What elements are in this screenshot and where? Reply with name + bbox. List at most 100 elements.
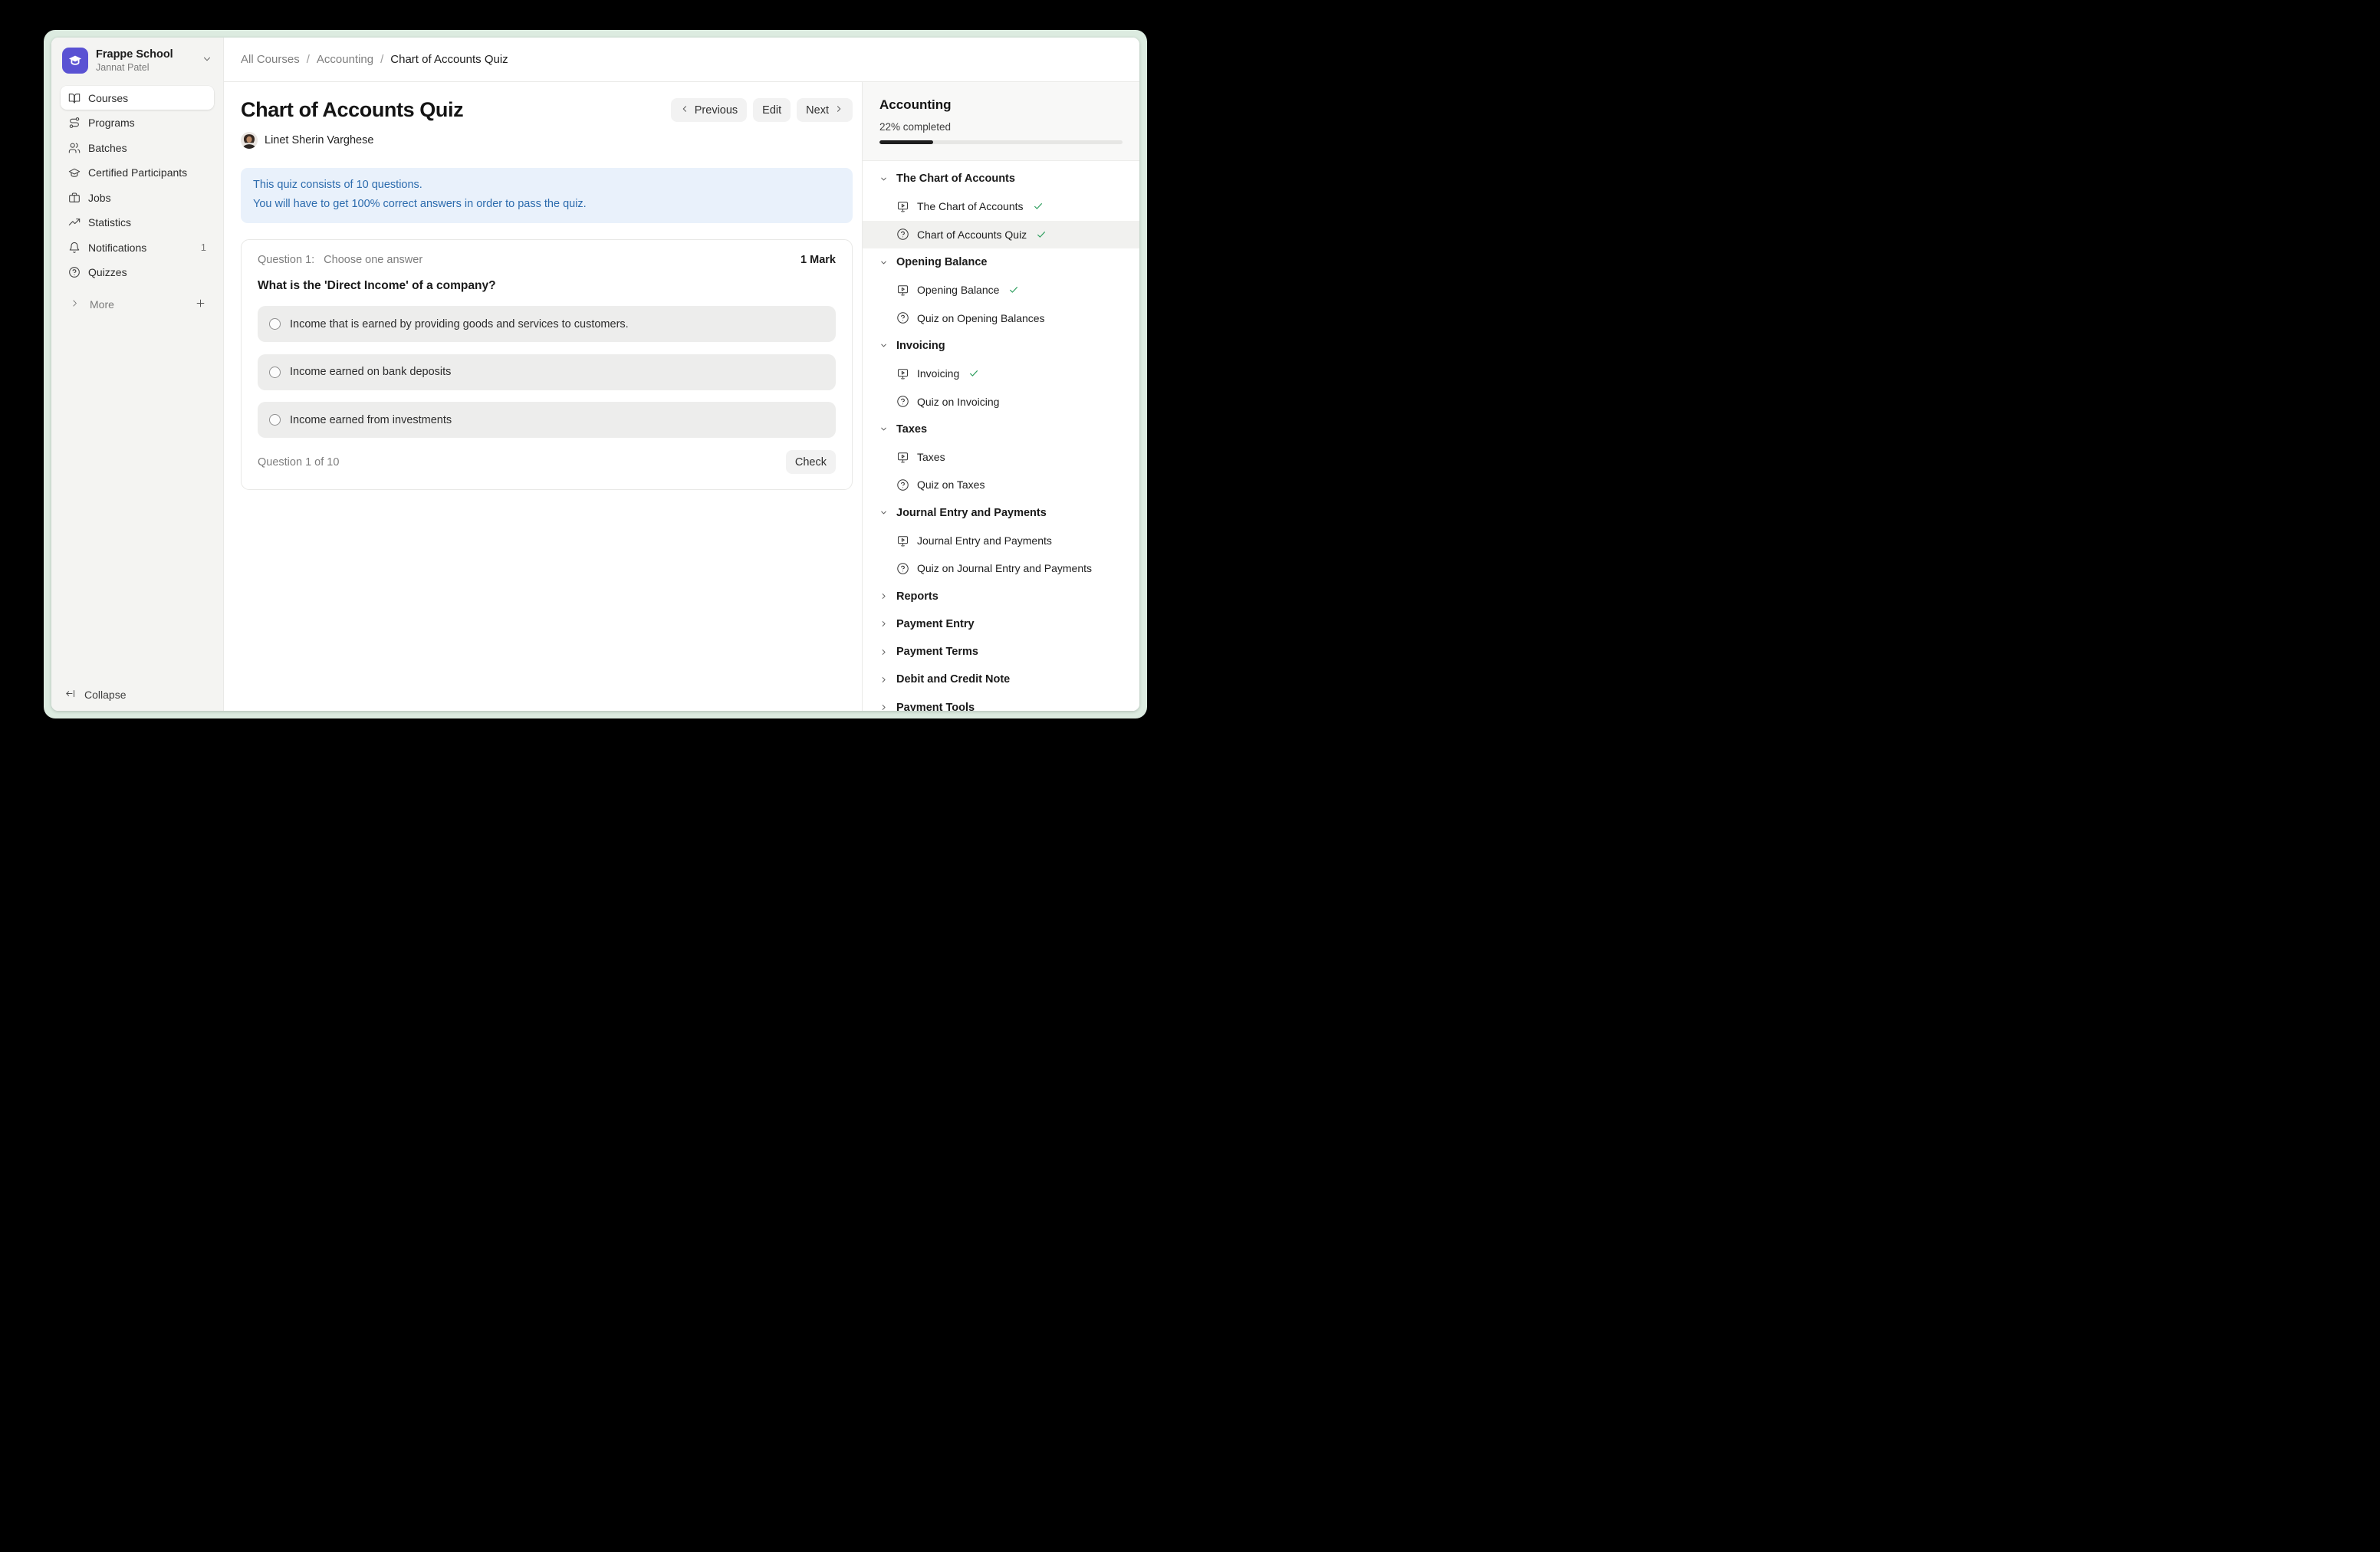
chapter-title: Taxes [896, 423, 927, 436]
lesson-title: Quiz on Invoicing [917, 396, 999, 408]
lesson-chart-of-accounts-quiz[interactable]: Chart of Accounts Quiz [863, 221, 1139, 248]
course-progress-label: 22% completed [879, 121, 1123, 133]
lesson-title: Invoicing [917, 367, 959, 380]
answer-option-1[interactable]: Income that is earned by providing goods… [258, 306, 836, 342]
sidebar-item-label: Statistics [88, 216, 131, 229]
chapter-reports[interactable]: Reports [863, 582, 1139, 610]
sidebar-item-more[interactable]: More [51, 298, 223, 311]
chapter-payment-tools[interactable]: Payment Tools [863, 694, 1139, 711]
monitor-play-icon [896, 367, 909, 380]
chapter-journal-entry-and-payments[interactable]: Journal Entry and Payments [863, 499, 1139, 527]
question-circle-icon [896, 395, 909, 408]
lesson-quiz-on-journal-entry-and-payments[interactable]: Quiz on Journal Entry and Payments [863, 554, 1139, 582]
radio-button[interactable] [269, 414, 281, 426]
workspace-switcher[interactable]: Frappe School Jannat Patel [51, 38, 223, 74]
question-footer: Question 1 of 10 Check [258, 450, 836, 474]
course-title: Accounting [879, 97, 1123, 113]
edit-button[interactable]: Edit [753, 98, 791, 122]
sidebar-item-notifications[interactable]: Notifications1 [61, 235, 214, 259]
quiz-card: Question 1: Choose one answer 1 Mark Wha… [241, 239, 853, 490]
workspace-meta: Frappe School Jannat Patel [96, 48, 194, 73]
sidebar-item-courses[interactable]: Courses [61, 86, 214, 110]
check-button[interactable]: Check [786, 450, 836, 474]
chapter-taxes[interactable]: Taxes [863, 416, 1139, 443]
left-sidebar: Frappe School Jannat Patel Courses Progra… [51, 38, 224, 711]
lesson-opening-balance[interactable]: Opening Balance [863, 276, 1139, 304]
next-button[interactable]: Next [797, 98, 853, 122]
plus-icon[interactable] [195, 298, 206, 311]
chapter-payment-entry[interactable]: Payment Entry [863, 610, 1139, 638]
collapse-sidebar-button[interactable]: Collapse [51, 688, 223, 711]
previous-button[interactable]: Previous [671, 98, 747, 122]
course-outline-list: The Chart of Accounts The Chart of Accoun… [863, 161, 1139, 711]
answer-option-label: Income that is earned by providing goods… [290, 318, 629, 330]
question-progress: Question 1 of 10 [258, 456, 339, 469]
lesson-invoicing[interactable]: Invoicing [863, 360, 1139, 387]
question-circle-icon [896, 228, 909, 241]
author-avatar [241, 132, 258, 149]
sidebar-item-programs[interactable]: Programs [61, 111, 214, 135]
notice-line-1: This quiz consists of 10 questions. [253, 176, 840, 195]
chapter-title: Journal Entry and Payments [896, 507, 1047, 519]
lesson-quiz-on-taxes[interactable]: Quiz on Taxes [863, 471, 1139, 498]
chapter-payment-terms[interactable]: Payment Terms [863, 638, 1139, 666]
sidebar-item-certified-participants[interactable]: Certified Participants [61, 161, 214, 185]
question-text: What is the 'Direct Income' of a company… [258, 279, 836, 293]
sidebar-item-jobs[interactable]: Jobs [61, 186, 214, 209]
lesson-taxes[interactable]: Taxes [863, 443, 1139, 471]
breadcrumb-item-accounting[interactable]: Accounting [317, 53, 373, 66]
chevron-down-icon [879, 341, 888, 350]
breadcrumb: All Courses/Accounting/Chart of Accounts… [224, 38, 1139, 82]
chapter-the-chart-of-accounts[interactable]: The Chart of Accounts [863, 165, 1139, 192]
chevron-right-icon [879, 703, 888, 711]
lesson-title: Quiz on Journal Entry and Payments [917, 562, 1092, 574]
bell-icon [68, 242, 81, 254]
breadcrumb-item-all-courses[interactable]: All Courses [241, 53, 300, 66]
course-outline-header: Accounting 22% completed [863, 82, 1139, 161]
lesson-content: Chart of Accounts Quiz Previous Edit Nex… [224, 82, 862, 711]
answer-option-label: Income earned from investments [290, 414, 452, 426]
lesson-title: Quiz on Opening Balances [917, 312, 1045, 324]
question-circle-icon [896, 562, 909, 575]
book-open-icon [68, 92, 81, 104]
chapter-title: Debit and Credit Note [896, 673, 1010, 686]
lesson-title: Taxes [917, 451, 945, 463]
plus-icon [195, 298, 206, 309]
answer-option-3[interactable]: Income earned from investments [258, 402, 836, 438]
radio-button[interactable] [269, 318, 281, 330]
answer-options: Income that is earned by providing goods… [258, 306, 836, 438]
completed-check-icon [968, 368, 979, 379]
chapter-title: The Chart of Accounts [896, 173, 1015, 185]
lesson-quiz-on-opening-balances[interactable]: Quiz on Opening Balances [863, 304, 1139, 331]
breadcrumb-separator: / [307, 53, 310, 66]
lesson-journal-entry-and-payments[interactable]: Journal Entry and Payments [863, 527, 1139, 554]
chevron-down-icon[interactable] [202, 54, 212, 68]
route-icon [68, 117, 81, 129]
frappe-school-logo [62, 48, 88, 74]
sidebar-item-label: Courses [88, 92, 128, 104]
chapter-opening-balance[interactable]: Opening Balance [863, 248, 1139, 276]
chevron-left-icon [680, 104, 689, 113]
content-row: Chart of Accounts Quiz Previous Edit Nex… [224, 82, 1139, 711]
question-circle-icon [896, 478, 909, 492]
chevron-right-icon [70, 298, 80, 311]
sidebar-nav: Courses Programs BatchesCertified Particip… [51, 86, 223, 284]
check-icon [1008, 284, 1019, 295]
chapter-invoicing[interactable]: Invoicing [863, 332, 1139, 360]
check-label: Check [795, 456, 827, 469]
lesson-quiz-on-invoicing[interactable]: Quiz on Invoicing [863, 387, 1139, 415]
question-header: Question 1: Choose one answer 1 Mark [258, 254, 836, 266]
page-header: Chart of Accounts Quiz Previous Edit Nex… [241, 98, 853, 122]
sidebar-item-label: Programs [88, 117, 135, 129]
trending-up-icon [68, 216, 81, 229]
sidebar-item-quizzes[interactable]: Quizzes [61, 261, 214, 284]
app-frame: Frappe School Jannat Patel Courses Progra… [51, 38, 1139, 711]
answer-option-2[interactable]: Income earned on bank deposits [258, 354, 836, 390]
radio-button[interactable] [269, 367, 281, 378]
completed-check-icon [1033, 201, 1044, 212]
sidebar-item-batches[interactable]: Batches [61, 136, 214, 159]
chapter-debit-and-credit-note[interactable]: Debit and Credit Note [863, 666, 1139, 693]
course-outline-panel: Accounting 22% completed The Chart of Ac… [862, 82, 1139, 711]
lesson-the-chart-of-accounts[interactable]: The Chart of Accounts [863, 192, 1139, 220]
sidebar-item-statistics[interactable]: Statistics [61, 211, 214, 235]
